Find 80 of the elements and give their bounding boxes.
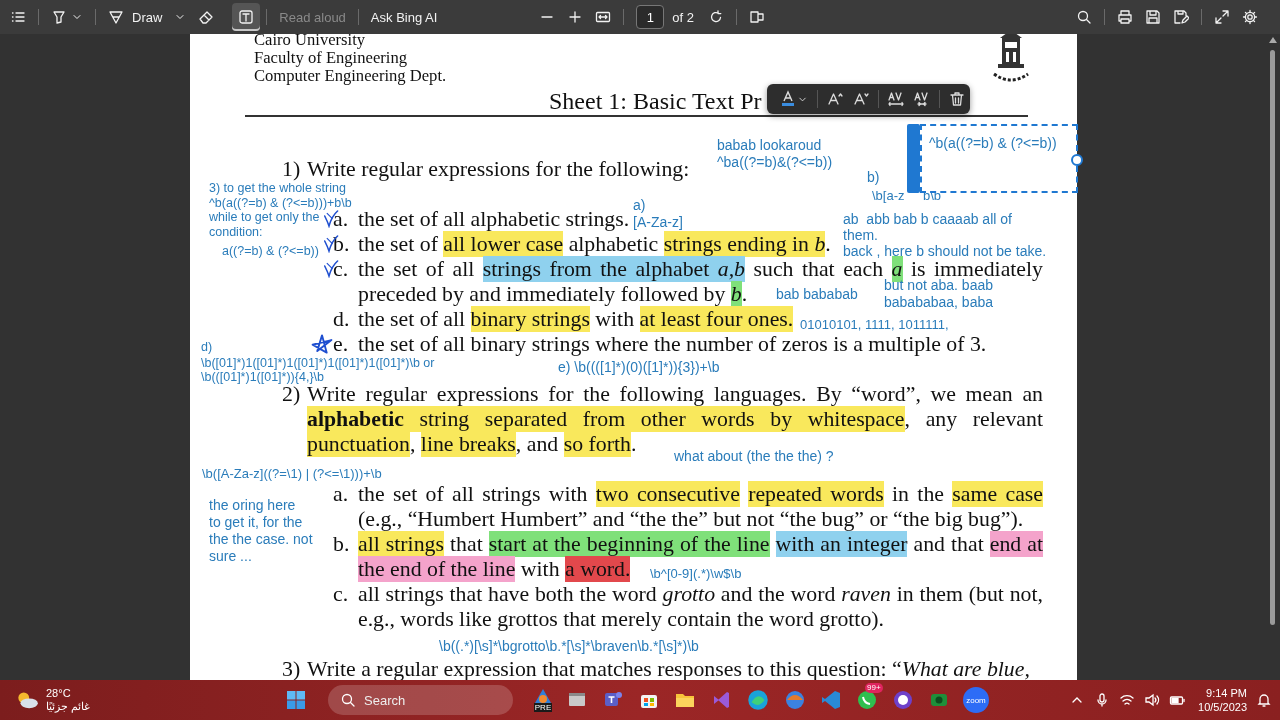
annotation-note[interactable]: a) [A-Za-z]: [633, 197, 683, 231]
scroll-up-icon[interactable]: [1268, 36, 1278, 44]
circle-app-icon[interactable]: [891, 688, 915, 712]
clock[interactable]: 9:14 PM 10/5/2023: [1198, 686, 1247, 714]
annotation-note[interactable]: \b([A-Za-z]((?=\1) | (?<=\1)))+\b: [202, 466, 382, 481]
annotation-note[interactable]: a((?=b) & (?<=b)): [222, 244, 319, 259]
item-letter: c.: [333, 582, 349, 607]
annotation-note[interactable]: \b([01]*)1([01]*)1([01]*)1([01]*)1([01]*)\b or \b(([01]*)1([01]*)){4,}\b: [201, 357, 435, 384]
font-shrink-icon: [853, 91, 869, 107]
annotation-note[interactable]: e) \b((([1]*)(0)([1]*)){3})+\b: [558, 359, 720, 376]
annotation-note[interactable]: \b^[0-9](.*)\w$\b: [650, 565, 742, 582]
eraser-icon: [198, 9, 215, 25]
header-line: Cairo University: [254, 34, 366, 49]
sheet-title: Sheet 1: Basic Text Pr: [549, 87, 762, 115]
search-box[interactable]: Search: [328, 685, 513, 715]
page-view-icon: [749, 9, 765, 25]
print-icon: [1117, 9, 1133, 25]
pen-icon: [108, 9, 124, 25]
item-letter: d.: [333, 307, 350, 332]
trash-icon: [949, 91, 965, 107]
text-tool-button[interactable]: [232, 3, 261, 31]
rotate-icon: [708, 9, 724, 25]
meeting-app-button[interactable]: zoom: [963, 687, 989, 713]
question-text: Write regular expressions for the following:: [307, 157, 690, 182]
spacing-icon: [914, 91, 930, 107]
temperature: 28°C: [46, 687, 72, 700]
annotation-note[interactable]: but not aba. baab babababaa, baba: [884, 277, 993, 311]
drag-handle[interactable]: [907, 124, 920, 193]
item-text: the set of all alphabetic strings.: [358, 207, 630, 232]
item-letter: a.: [333, 207, 349, 232]
browser-icon[interactable]: [745, 687, 771, 713]
annotation-note[interactable]: 01010101, 1111, 1011111,: [800, 317, 949, 333]
scrollbar-thumb[interactable]: [1270, 50, 1275, 625]
item-text: the set of all binary strings where the number of zeros is a multiple of 3.: [358, 332, 987, 357]
item-text: all strings that have both the word grotto and the word raven in them (but not, e.g., words like grottos that merely contain the word grotto).: [358, 582, 1043, 632]
question-number: 1): [282, 157, 302, 182]
annotation-note[interactable]: ab abb bab b caaaab all of them. back , here b should not be take.: [843, 211, 1047, 259]
save-as-icon: [1173, 9, 1189, 25]
header-line: Computer Engineering Dept.: [254, 67, 447, 85]
fit-width-icon: [595, 9, 612, 25]
phone-chat-icon[interactable]: [855, 688, 879, 712]
annotation-note[interactable]: what about (the the the) ?: [674, 448, 834, 465]
question-text: Write a regular expression that matches responses to this question: “What are blue,: [307, 657, 1030, 680]
item-letter: a.: [333, 482, 349, 507]
page-number-field[interactable]: 1: [636, 5, 665, 29]
item-letter: c.: [333, 257, 349, 282]
item-letter: b.: [333, 532, 350, 557]
font-color-icon: [779, 90, 797, 108]
annotation-note[interactable]: the oring here to get it, for the the the case. not sure ...: [209, 497, 313, 565]
header-line: Faculty of Engineering: [254, 49, 407, 67]
annotation-note[interactable]: b): [867, 169, 880, 186]
annotation-note[interactable]: while to get only the condition:: [209, 210, 320, 240]
item-letter: e.: [333, 332, 349, 357]
draw-button[interactable]: Draw: [102, 3, 193, 31]
windows-icon[interactable]: [284, 688, 308, 712]
item-letter: b.: [333, 232, 350, 257]
item-text: the set of all strings with two consecutive repeated words in the same case (e.g., “Humbert Humbert” and “the the” but not “the bug” or “the big bug”).: [358, 482, 1043, 532]
settings-icon: [1242, 9, 1258, 25]
text-box-icon: [238, 9, 255, 25]
spacing-icon: [888, 91, 904, 107]
annotation-note[interactable]: babab lookaroud ^ba((?=b)&(?<=b)): [717, 137, 833, 171]
notification-badge: 99+: [865, 683, 883, 693]
app-badge: PRE: [533, 703, 553, 712]
ask-ai-button[interactable]: Ask Bing AI: [364, 3, 444, 31]
annotation-note[interactable]: bab bababab: [776, 286, 858, 303]
menu-icon: [10, 9, 26, 25]
weather-text: غائم جزئيًا: [46, 700, 91, 713]
page-count: of 2: [672, 9, 694, 25]
annotation-note[interactable]: d): [201, 340, 213, 355]
search-icon: [1076, 9, 1092, 25]
item-text: the set of all lower case alphabetic strings ending in b.: [358, 232, 831, 257]
font-grow-icon: [827, 91, 843, 107]
notification-icon[interactable]: [1256, 692, 1272, 708]
question-number: 3): [282, 657, 302, 680]
annotation-note[interactable]: \b[a-z: [872, 187, 905, 204]
fullscreen-icon: [1214, 9, 1230, 25]
volume-icon[interactable]: [1144, 692, 1161, 708]
search-icon[interactable]: [340, 692, 356, 708]
save-icon: [1145, 9, 1161, 25]
annotation-note[interactable]: \b((.*)[\s]*\bgrotto\b.*[\s]*\braven\b.*[\s]*)\b: [439, 638, 699, 655]
